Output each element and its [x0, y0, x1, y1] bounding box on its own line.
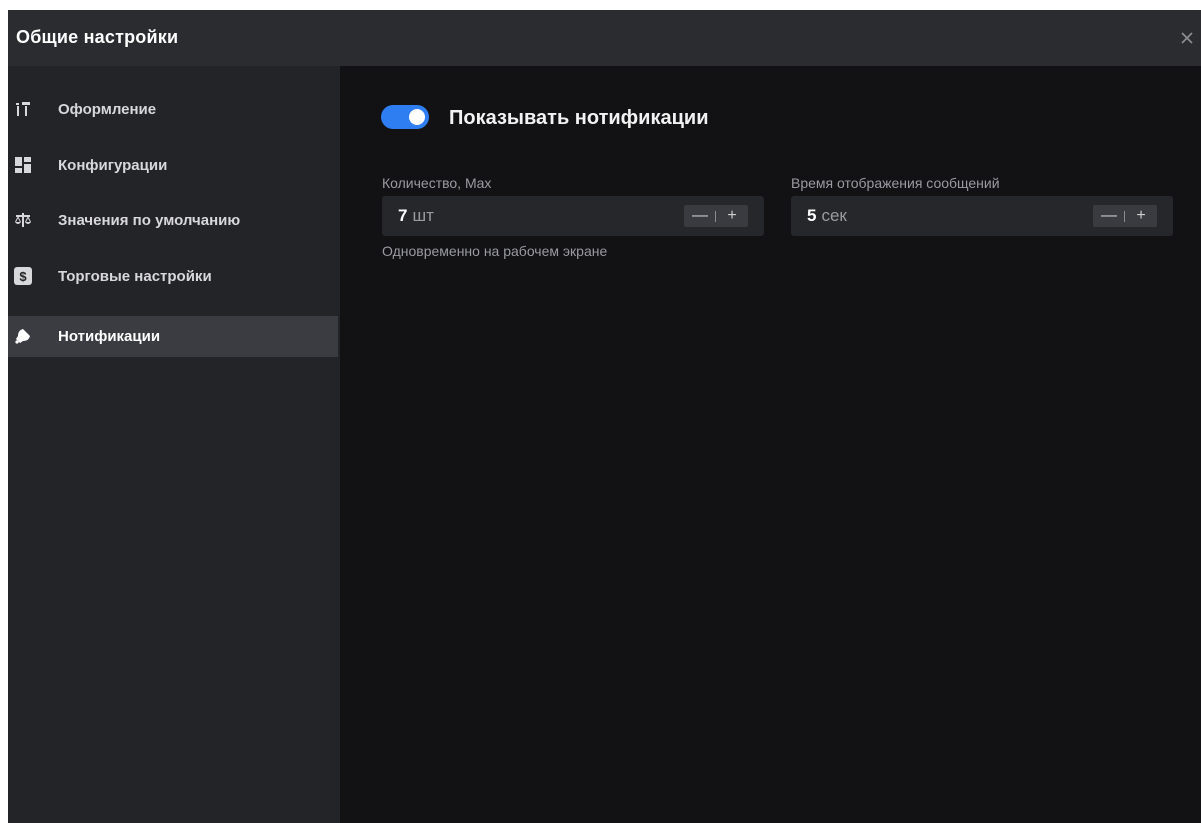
dollar-icon: $ [14, 267, 32, 285]
sidebar-item-appearance[interactable]: Оформление [8, 89, 338, 130]
count-label: Количество, Max [382, 175, 492, 191]
window-title: Общие настройки [16, 27, 179, 47]
sidebar-item-defaults[interactable]: Значения по умолчанию [8, 200, 338, 241]
count-stepper: — + [684, 205, 748, 227]
duration-field[interactable]: 5 сек — + [791, 196, 1173, 236]
show-notifications-label: Показывать нотификации [449, 107, 709, 129]
settings-window: Общие настройки Оформление Конфигурации … [8, 10, 1201, 823]
count-value: 7 [398, 206, 408, 225]
count-unit: шт [412, 206, 434, 225]
duration-label: Время отображения сообщений [791, 175, 1000, 191]
stepper-divider [1124, 211, 1125, 222]
toggle-knob [409, 109, 425, 125]
duration-decrement-button[interactable]: — [1095, 205, 1123, 227]
sidebar-item-trading-settings[interactable]: $ Торговые настройки [8, 256, 338, 297]
bell-icon [15, 329, 30, 344]
stepper-divider [715, 211, 716, 222]
duration-increment-button[interactable]: + [1127, 205, 1155, 227]
grid-icon [15, 157, 31, 173]
title-bar: Общие настройки [8, 10, 1201, 66]
duration-value: 5 [807, 206, 817, 225]
count-decrement-button[interactable]: — [686, 205, 714, 227]
notifications-panel: Показывать нотификации Количество, Max 7… [340, 66, 1201, 823]
svg-text:$: $ [19, 269, 27, 284]
count-value-wrap: 7 шт [398, 206, 434, 226]
count-increment-button[interactable]: + [718, 205, 746, 227]
count-hint: Одновременно на рабочем экране [382, 243, 608, 259]
duration-value-wrap: 5 сек [807, 206, 847, 226]
sidebar-item-label: Значения по умолчанию [58, 212, 241, 229]
sidebar-item-label: Конфигурации [58, 157, 168, 174]
scales-icon [15, 213, 31, 227]
close-button[interactable] [1175, 26, 1199, 50]
duration-unit: сек [821, 206, 847, 225]
sidebar-item-configurations[interactable]: Конфигурации [8, 145, 338, 186]
sidebar-item-label: Нотификации [58, 328, 161, 345]
layout-icon [16, 102, 30, 116]
duration-stepper: — + [1093, 205, 1157, 227]
sidebar-item-label: Оформление [58, 101, 157, 118]
count-field[interactable]: 7 шт — + [382, 196, 764, 236]
sidebar-item-notifications[interactable]: Нотификации [8, 316, 338, 357]
sidebar: Оформление Конфигурации Значения по умол… [8, 66, 340, 823]
close-icon [1181, 32, 1193, 44]
show-notifications-toggle[interactable] [381, 105, 429, 129]
sidebar-item-label: Торговые настройки [58, 268, 212, 285]
